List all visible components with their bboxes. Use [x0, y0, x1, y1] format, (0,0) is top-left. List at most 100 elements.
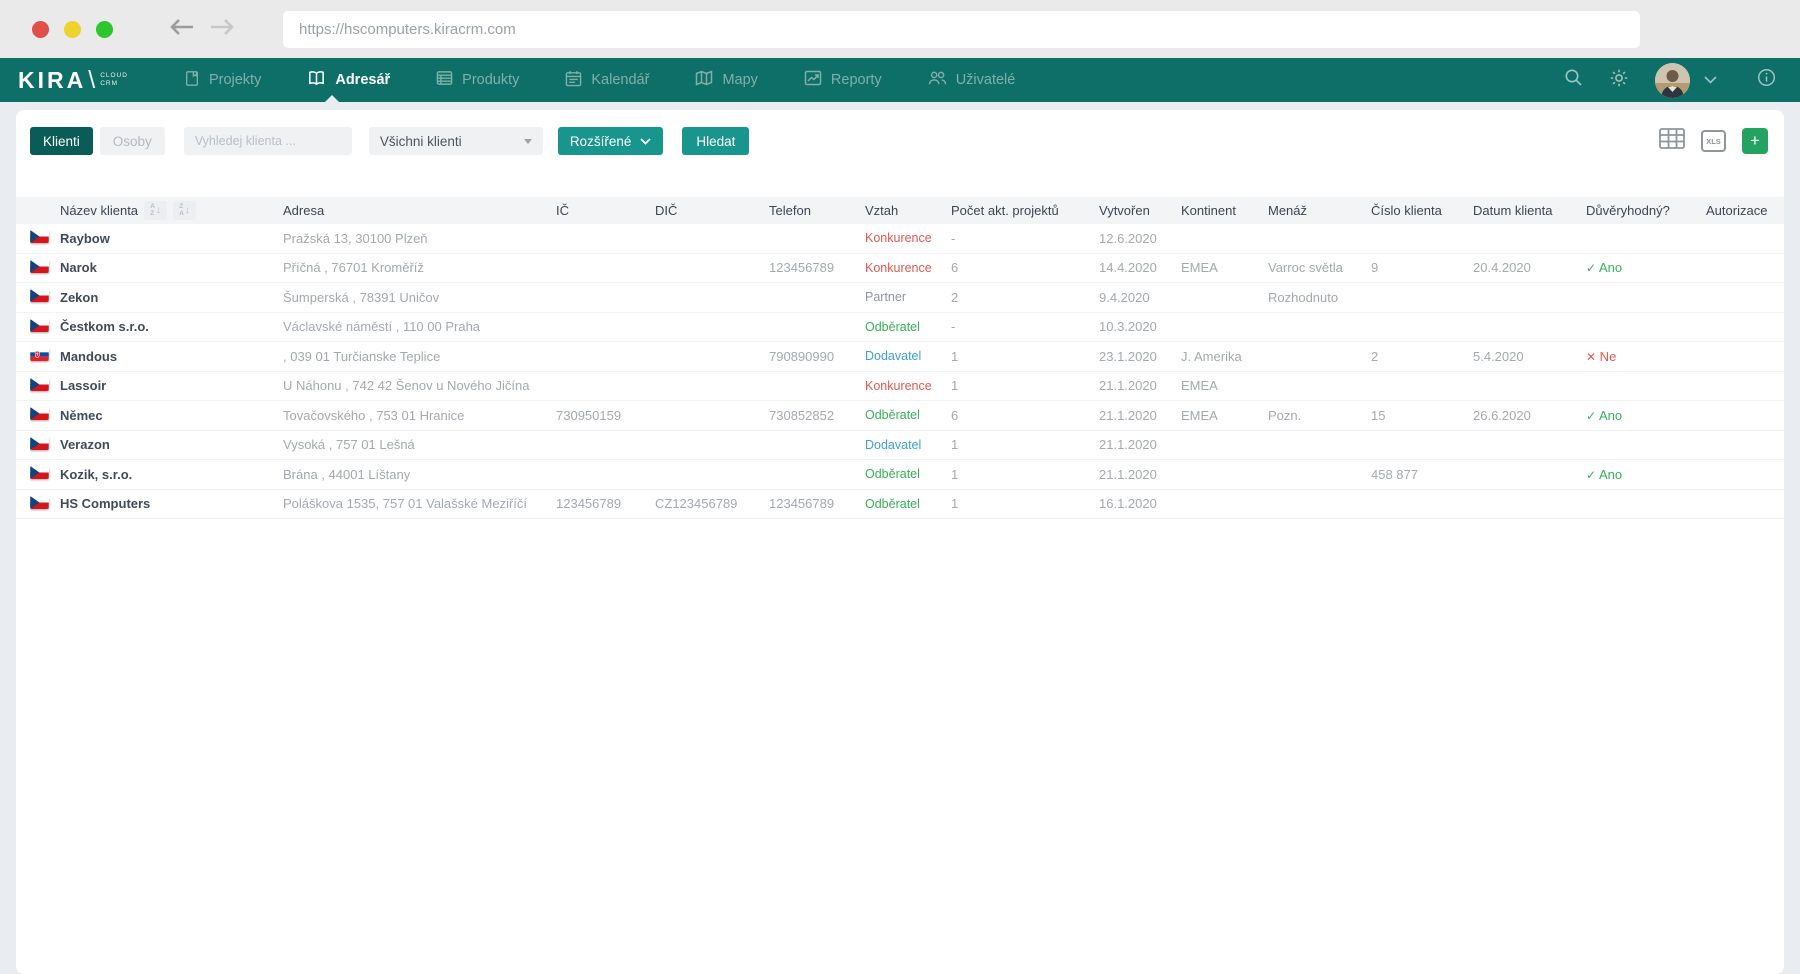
client-address: Brána , 44001 Líštany [283, 466, 411, 482]
nav-item-label: Mapy [722, 72, 758, 88]
nav-item-produkty[interactable]: Produkty [436, 70, 519, 91]
client-pocet-projektu: - [951, 319, 956, 335]
report-icon [804, 70, 822, 90]
table-row[interactable]: Mandous , 039 01 Turčianske Teplice 7908… [16, 342, 1784, 372]
calendar-icon [565, 70, 582, 91]
column-header-adresa: Adresa [283, 203, 325, 218]
table-row[interactable]: Lassoir U Náhonu , 742 42 Šenov u Nového… [16, 372, 1784, 401]
gear-icon[interactable] [1609, 68, 1629, 93]
client-menaz: Pozn. [1268, 407, 1302, 423]
nav-item-label: Kalendář [591, 72, 650, 88]
table-row[interactable]: Zekon Šumperská , 78391 Uničov Partner 2… [16, 283, 1784, 313]
nav-item-label: Uživatelé [955, 72, 1016, 88]
toolbar: Klienti Osoby Všichni klienti Rozšířené … [16, 110, 1784, 155]
logo-brand-text: KIRA [18, 66, 87, 93]
country-flag-icon [30, 289, 49, 303]
table-row[interactable]: Verazon Vysoká , 757 01 Lešná Dodavatel … [16, 431, 1784, 460]
active-tab-caret [325, 95, 339, 102]
client-pocet-projektu: 1 [951, 378, 959, 394]
user-avatar[interactable] [1655, 62, 1690, 98]
advanced-filter-label: Rozšířené [569, 133, 632, 149]
advanced-filter-button[interactable]: Rozšířené [557, 127, 664, 155]
minimize-window-button[interactable] [64, 20, 81, 38]
country-flag-icon [30, 259, 49, 273]
products-icon [436, 70, 453, 90]
client-dic: CZ123456789 [655, 496, 738, 512]
client-vytvoren: 14.4.2020 [1099, 260, 1157, 276]
client-duveryhodny: ✓ Ano [1586, 260, 1623, 276]
table-row[interactable]: HS Computers Poláškova 1535, 757 01 Vala… [16, 490, 1784, 519]
client-cislo: 9 [1371, 260, 1379, 276]
client-name: HS Computers [60, 496, 151, 512]
klienti-tab-button[interactable]: Klienti [30, 127, 93, 155]
client-name: Zekon [60, 289, 99, 305]
search-submit-button[interactable]: Hledat [682, 127, 750, 155]
xls-export-icon[interactable]: XLS [1701, 130, 1726, 152]
table-row[interactable]: Čestkom s.r.o. Václavské náměstí , 110 0… [16, 313, 1784, 342]
client-kontinent: EMEA [1181, 407, 1218, 423]
client-ic: 730950159 [556, 407, 622, 423]
client-vztah: Odběratel [865, 319, 920, 334]
info-icon[interactable] [1757, 68, 1776, 92]
nav-item-adresar[interactable]: Adresář [307, 70, 390, 91]
country-flag-icon [30, 436, 49, 450]
client-name: Mandous [60, 348, 118, 364]
table-view-icon[interactable] [1659, 128, 1685, 154]
logo-slash: \ [88, 65, 96, 94]
column-header-autorizace: Autorizace [1706, 203, 1768, 218]
client-telefon: 730852852 [769, 407, 835, 423]
client-search-input[interactable] [183, 127, 352, 155]
url-input[interactable] [283, 20, 1640, 38]
table-row[interactable]: Narok Příčná , 76701 Kroměříž 123456789 … [16, 254, 1784, 283]
client-datum: 26.6.2020 [1473, 407, 1531, 423]
country-flag-icon [30, 230, 49, 244]
client-kontinent: EMEA [1181, 260, 1218, 276]
nav-item-reporty[interactable]: Reporty [804, 70, 882, 91]
close-window-button[interactable] [32, 20, 49, 38]
table-row[interactable]: Němec Tovačovského , 753 01 Hranice 7309… [16, 401, 1784, 431]
sort-za-button[interactable]: Z A ↓ [173, 201, 197, 220]
client-address: Šumperská , 78391 Uničov [283, 289, 440, 305]
nav-item-uzivatele[interactable]: Uživatelé [928, 70, 1016, 91]
client-menaz: Rozhodnuto [1268, 289, 1339, 305]
search-icon[interactable] [1564, 68, 1583, 92]
nav-item-label: Adresář [335, 72, 391, 88]
column-header-nazev-klienta: Název klienta [60, 203, 139, 218]
client-telefon: 790890990 [769, 348, 835, 364]
client-pocet-projektu: 1 [951, 437, 959, 453]
client-vztah: Odběratel [865, 467, 920, 482]
client-vztah: Konkurence [865, 378, 932, 393]
add-client-button[interactable]: + [1742, 128, 1768, 154]
table-row[interactable]: Raybow Pražská 13, 30100 Plzeň Konkurenc… [16, 224, 1784, 254]
country-flag-icon [30, 407, 49, 421]
client-pocet-projektu: 2 [951, 289, 959, 305]
browser-back-icon[interactable] [169, 18, 195, 41]
osoby-tab-button[interactable]: Osoby [99, 127, 165, 155]
nav-item-label: Produkty [462, 72, 520, 88]
client-pocet-projektu: 6 [951, 407, 959, 423]
chevron-down-icon[interactable] [1704, 71, 1717, 89]
client-vztah: Konkurence [865, 260, 932, 275]
open-book-icon [307, 70, 326, 90]
client-filter-dropdown[interactable]: Všichni klienti [368, 127, 543, 155]
sort-az-button[interactable]: A Z ↓ [144, 201, 168, 220]
users-icon [928, 70, 947, 90]
client-address: Poláškova 1535, 757 01 Valašské Meziříčí [283, 496, 528, 512]
kira-logo[interactable]: KIRA \ CLOUD CRM [18, 66, 128, 95]
nav-item-mapy[interactable]: Mapy [695, 70, 758, 91]
table-row[interactable]: Kozik, s.r.o. Brána , 44001 Líštany Odbě… [16, 460, 1784, 490]
browser-forward-icon[interactable] [209, 18, 235, 41]
country-flag-icon [30, 495, 49, 509]
nav-item-kalendar[interactable]: Kalendář [565, 70, 649, 91]
client-filter-value: Všichni klienti [379, 133, 462, 149]
main-menu: Projekty Adresář Produkty Kalendář Mapy [184, 70, 1015, 91]
logo-sub-cloud: CLOUD [100, 71, 128, 79]
client-duveryhodny: ✓ Ano [1586, 466, 1623, 482]
country-flag-icon [30, 348, 49, 362]
client-vytvoren: 21.1.2020 [1099, 378, 1157, 394]
nav-item-projekty[interactable]: Projekty [184, 70, 261, 91]
maximize-window-button[interactable] [96, 20, 113, 38]
client-name: Raybow [60, 230, 110, 246]
address-bar [283, 10, 1640, 48]
client-vztah: Dodavatel [865, 349, 922, 364]
